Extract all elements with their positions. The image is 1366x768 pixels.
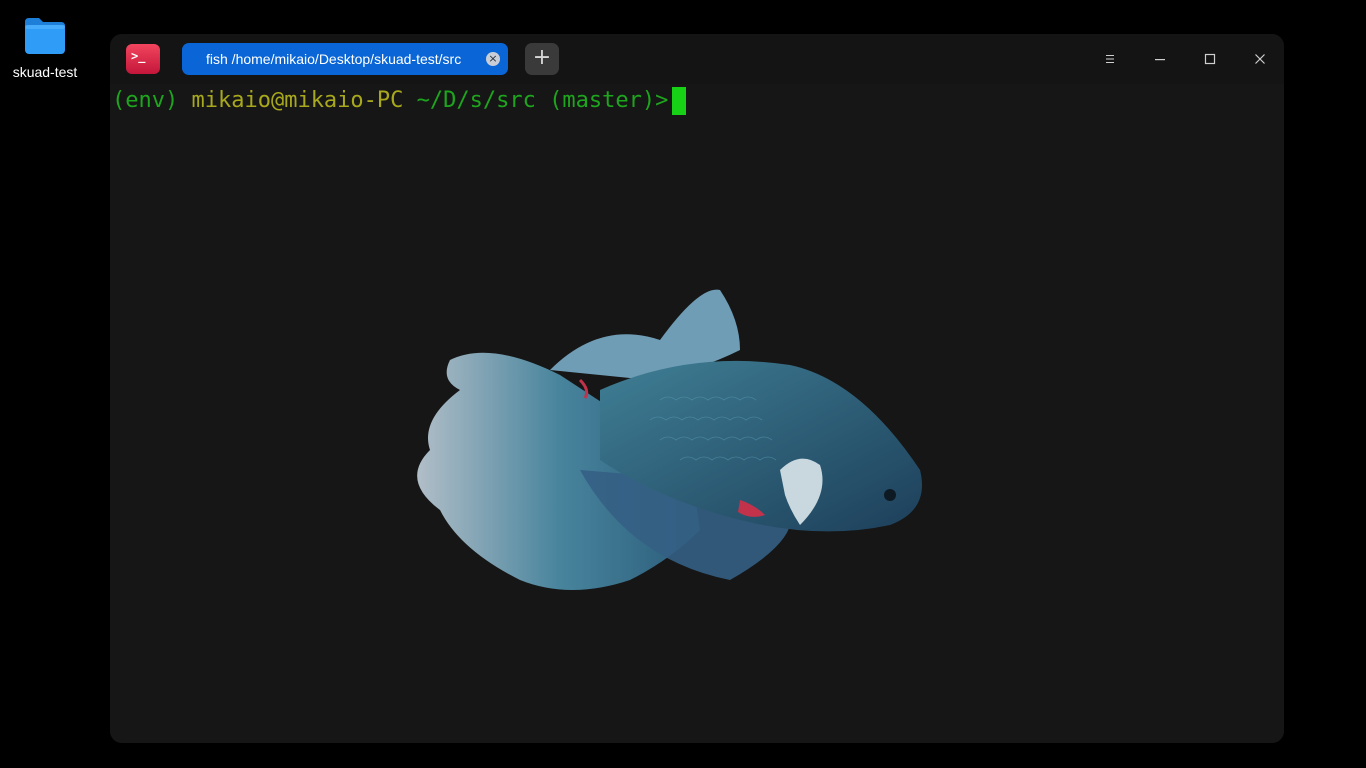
shell-prompt: (env) mikaio@mikaio-PC ~/D/s/src (master… [112,87,687,115]
minimize-button[interactable] [1148,47,1172,71]
desktop: skuad-test >_ fish /home/mikaio/Desktop/… [0,0,1366,768]
prompt-branch: (master)> [549,88,669,113]
close-icon [1255,54,1265,64]
titlebar: >_ fish /home/mikaio/Desktop/skuad-test/… [110,34,1284,84]
maximize-icon [1204,53,1216,65]
desktop-icon-skuad-test[interactable]: skuad-test [12,14,78,82]
prompt-env: (env) [112,88,179,113]
menu-icon [1106,55,1114,63]
folder-icon [25,18,65,54]
tab-fish[interactable]: fish /home/mikaio/Desktop/skuad-test/src… [182,43,508,75]
tab-close-icon[interactable]: × [486,52,500,66]
prompt-path: ~/D/s/src [416,88,536,113]
terminal-prompt-glyph: >_ [131,49,146,63]
terminal-area[interactable]: (env) mikaio@mikaio-PC ~/D/s/src (master… [110,84,1284,743]
betta-fish-background-image [417,289,922,590]
maximize-button[interactable] [1198,47,1222,71]
minimize-icon [1155,59,1165,61]
prompt-user-host: mikaio@mikaio-PC [191,88,404,113]
new-tab-button[interactable]: + [525,43,559,75]
terminal-window: >_ fish /home/mikaio/Desktop/skuad-test/… [110,34,1284,743]
close-button[interactable] [1248,47,1272,71]
terminal-cursor [672,87,687,115]
desktop-icon-label: skuad-test [12,64,78,80]
menu-button[interactable] [1098,47,1122,71]
tab-title: fish /home/mikaio/Desktop/skuad-test/src [206,51,462,67]
terminal-app-icon: >_ [126,44,160,74]
